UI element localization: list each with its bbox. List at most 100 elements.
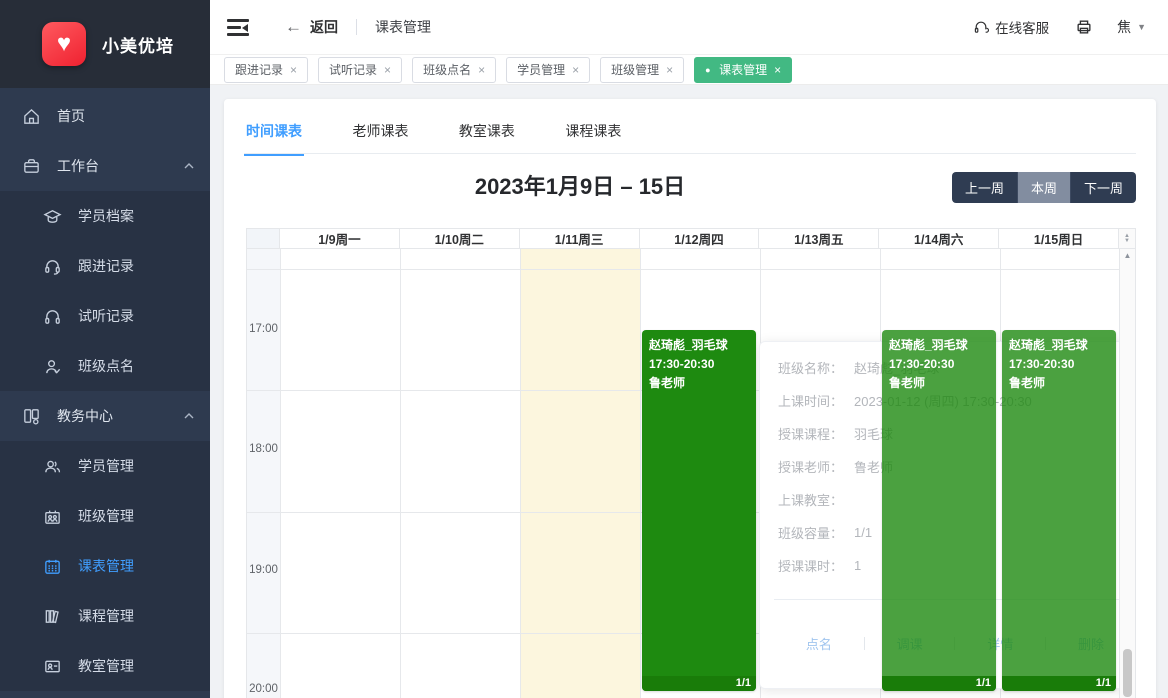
event-time: 17:30-20:30 <box>649 355 749 374</box>
calendar-icon <box>43 557 62 576</box>
sidebar-item-label: 班级管理 <box>78 506 134 526</box>
topbar-right: 在线客服 焦 ▼ <box>973 17 1168 37</box>
close-icon[interactable]: × <box>384 64 391 76</box>
sidebar-item-label: 教务中心 <box>57 406 113 426</box>
close-icon[interactable]: × <box>774 64 781 76</box>
logo-area: ♥ 小美优培 <box>0 0 210 88</box>
scroll-up-icon[interactable]: ▲ <box>1120 249 1135 263</box>
time-label: 19:00 <box>247 564 280 576</box>
event-time: 17:30-20:30 <box>889 355 989 374</box>
sidebar-item-label: 试听记录 <box>78 306 134 326</box>
books-icon <box>43 607 62 626</box>
sidebar-collapse-icon[interactable] <box>227 18 249 36</box>
class-group-icon <box>43 507 62 526</box>
grid-line <box>247 269 1120 270</box>
scrollbar-thumb[interactable] <box>1123 649 1132 697</box>
online-service-button[interactable]: 在线客服 <box>973 17 1049 37</box>
calendar-scrollbar[interactable]: ▲ <box>1119 249 1135 698</box>
tag-class-rollcall[interactable]: 班级点名 × <box>412 57 496 83</box>
sidebar-item-home[interactable]: 首页 <box>0 91 210 141</box>
sidebar-item-label: 课程管理 <box>78 606 134 626</box>
people-icon <box>43 457 62 476</box>
tag-follow-records[interactable]: 跟进记录 × <box>224 57 308 83</box>
rollcall-button[interactable]: 点名 <box>806 634 832 653</box>
view-tabs: 时间课表 老师课表 教室课表 课程课表 <box>244 115 1136 154</box>
open-tabs-bar: 跟进记录 × 试听记录 × 班级点名 × 学员管理 × 班级管理 × ● 课表管… <box>210 55 1168 85</box>
day-column-tue[interactable] <box>400 249 520 698</box>
tag-student-mgmt[interactable]: 学员管理 × <box>506 57 590 83</box>
day-column-mon[interactable] <box>280 249 400 698</box>
event-teacher: 鲁老师 <box>889 374 989 393</box>
tab-teacher-schedule[interactable]: 老师课表 <box>350 115 410 154</box>
event-thursday[interactable]: 赵琦彪_羽毛球 17:30-20:30 鲁老师 1/1 <box>642 330 756 691</box>
tag-schedule-mgmt-active[interactable]: ● 课表管理 × <box>694 57 792 83</box>
event-time: 17:30-20:30 <box>1009 355 1109 374</box>
sidebar-item-class-rollcall[interactable]: 班级点名 <box>0 341 210 391</box>
tag-trial-records[interactable]: 试听记录 × <box>318 57 402 83</box>
day-header-mon: 1/9周一 <box>280 229 400 248</box>
app-title: 小美优培 <box>102 32 174 57</box>
sidebar-item-student-mgmt[interactable]: 学员管理 <box>0 441 210 491</box>
print-button[interactable] <box>1075 18 1093 36</box>
capacity-value: 1/1 <box>854 525 872 540</box>
topbar-divider <box>356 19 357 35</box>
sidebar-item-class-mgmt[interactable]: 班级管理 <box>0 491 210 541</box>
panels-gear-icon <box>22 407 41 426</box>
close-icon[interactable]: × <box>478 64 485 76</box>
grid-line <box>280 249 281 698</box>
chevron-up-icon[interactable] <box>184 162 192 170</box>
sidebar-item-label: 工作台 <box>57 156 99 176</box>
active-dot-icon: ● <box>705 66 713 74</box>
close-icon[interactable]: × <box>666 64 673 76</box>
hours-value: 1 <box>854 558 861 573</box>
event-title: 赵琦彪_羽毛球 <box>649 336 749 355</box>
calendar-header: 1/9周一 1/10周二 1/11周三 1/12周四 1/13周五 1/14周六… <box>247 229 1135 249</box>
tag-class-mgmt[interactable]: 班级管理 × <box>600 57 684 83</box>
sidebar-item-student-archive[interactable]: 学员档案 <box>0 191 210 241</box>
academic-submenu: 学员管理 班级管理 课表管理 <box>0 441 210 691</box>
app-root: ♥ 小美优培 首页 工作台 <box>0 0 1168 698</box>
close-icon[interactable]: × <box>572 64 579 76</box>
tab-classroom-schedule[interactable]: 教室课表 <box>457 115 517 154</box>
day-header-thu: 1/12周四 <box>640 229 760 248</box>
sidebar-item-workbench[interactable]: 工作台 <box>0 141 210 191</box>
breadcrumb: 课表管理 <box>375 17 431 37</box>
sidebar-item-classroom-mgmt[interactable]: 教室管理 <box>0 641 210 691</box>
calendar: 1/9周一 1/10周二 1/11周三 1/12周四 1/13周五 1/14周六… <box>246 228 1136 698</box>
current-week-button[interactable]: 本周 <box>1018 172 1071 203</box>
user-menu[interactable]: 焦 ▼ <box>1117 17 1146 37</box>
event-title: 赵琦彪_羽毛球 <box>889 336 989 355</box>
day-header-tue: 1/10周二 <box>400 229 520 248</box>
sidebar-item-label: 首页 <box>57 106 85 126</box>
sidebar-item-schedule-mgmt[interactable]: 课表管理 <box>0 541 210 591</box>
time-column-header <box>247 229 280 248</box>
back-button[interactable]: ← 返回 <box>285 17 338 37</box>
home-icon <box>22 107 41 126</box>
week-nav: 上一周 本周 下一周 <box>952 172 1136 203</box>
close-icon[interactable]: × <box>290 64 297 76</box>
sidebar-item-follow-records[interactable]: 跟进记录 <box>0 241 210 291</box>
day-column-wed[interactable] <box>520 249 640 698</box>
headset-mic-icon <box>43 257 62 276</box>
chevron-up-icon[interactable] <box>184 412 192 420</box>
tab-course-schedule[interactable]: 课程课表 <box>563 115 623 154</box>
event-title: 赵琦彪_羽毛球 <box>1009 336 1109 355</box>
prev-week-button[interactable]: 上一周 <box>952 172 1018 203</box>
scroll-down-icon: ▼ <box>1124 239 1130 244</box>
sidebar-item-trial-records[interactable]: 试听记录 <box>0 291 210 341</box>
event-sunday[interactable]: 赵琦彪_羽毛球 17:30-20:30 鲁老师 1/1 <box>1002 330 1116 691</box>
caret-down-icon: ▼ <box>1137 22 1146 32</box>
sidebar-item-label: 班级点名 <box>78 356 134 376</box>
main-content: 时间课表 老师课表 教室课表 课程课表 2023年1月9日 – 15日 上一周 … <box>210 85 1168 698</box>
tab-time-schedule[interactable]: 时间课表 <box>244 115 304 156</box>
briefcase-icon <box>22 157 41 176</box>
time-label: 17:00 <box>247 323 280 335</box>
day-header-wed: 1/11周三 <box>520 229 640 248</box>
next-week-button[interactable]: 下一周 <box>1071 172 1136 203</box>
sidebar-item-label: 学员管理 <box>78 456 134 476</box>
sidebar-item-course-mgmt[interactable]: 课程管理 <box>0 591 210 641</box>
sidebar-item-academic-center[interactable]: 教务中心 <box>0 391 210 441</box>
event-capacity-badge: 1/1 <box>882 676 996 691</box>
header-spinner[interactable]: ▲ ▼ <box>1119 229 1135 248</box>
event-saturday[interactable]: 赵琦彪_羽毛球 17:30-20:30 鲁老师 1/1 <box>882 330 996 691</box>
